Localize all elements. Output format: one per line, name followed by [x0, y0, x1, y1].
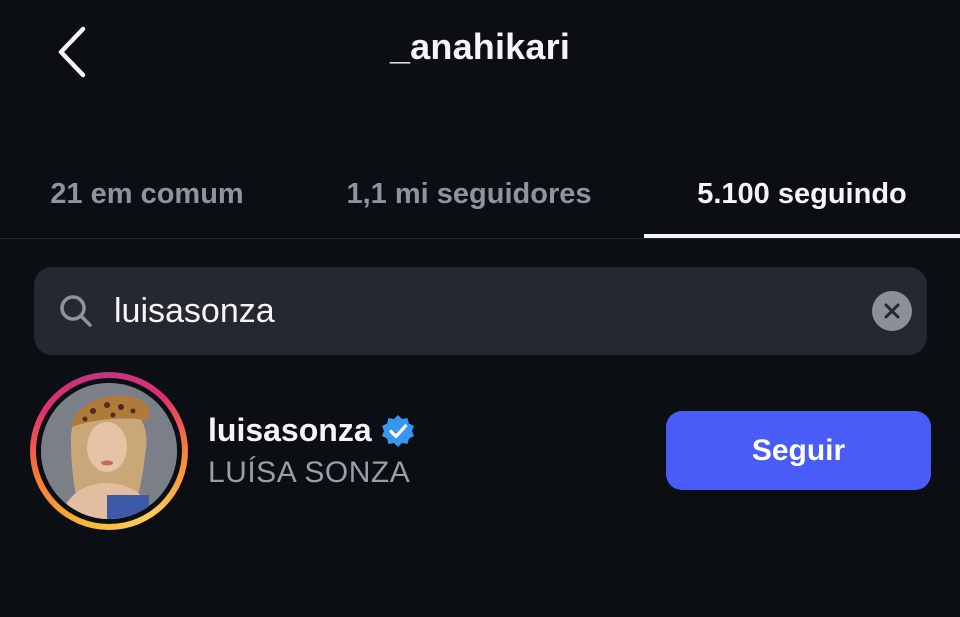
tab-following[interactable]: 5.100 seguindo — [644, 150, 960, 238]
tab-followers[interactable]: 1,1 mi seguidores — [294, 150, 644, 238]
profile-tabs: 21 em comum 1,1 mi seguidores 5.100 segu… — [0, 150, 960, 238]
verified-badge-icon — [381, 414, 414, 447]
following-screen: _anahikari 21 em comum 1,1 mi seguidores… — [0, 0, 960, 617]
page-title: _anahikari — [389, 26, 571, 67]
search-icon — [60, 295, 92, 327]
tab-mutual[interactable]: 21 em comum — [0, 150, 294, 238]
avatar-image — [41, 383, 177, 519]
full-name: LUÍSA SONZA — [208, 456, 411, 489]
username-line: luisasonza — [208, 412, 416, 449]
story-ring[interactable] — [30, 372, 188, 530]
list-item[interactable]: luisasonza LUÍSA SONZA Seguir — [0, 370, 960, 530]
avatar — [41, 383, 177, 519]
search-input[interactable] — [114, 285, 854, 337]
username[interactable]: luisasonza — [208, 412, 372, 449]
clear-search-button[interactable] — [872, 291, 912, 331]
tabs-divider — [0, 238, 960, 239]
clear-icon — [884, 303, 900, 319]
follow-button[interactable]: Seguir — [666, 411, 931, 490]
search-bar[interactable] — [34, 267, 927, 355]
